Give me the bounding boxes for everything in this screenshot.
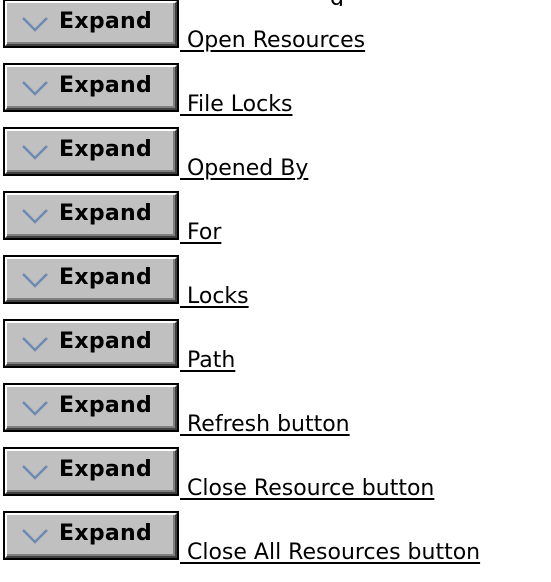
expand-button[interactable]: Expand <box>3 383 179 432</box>
chevron-down-icon <box>22 401 48 416</box>
list-item: Expand For <box>0 191 551 256</box>
expand-button-label: Expand <box>59 329 153 354</box>
expand-button-label: Expand <box>59 9 153 34</box>
expand-button[interactable]: Expand <box>3 63 179 112</box>
section-link-file-locks[interactable]: File Locks <box>180 92 292 117</box>
expand-button[interactable]: Expand <box>3 511 179 560</box>
section-link-close-all-resources-button[interactable]: Close All Resources button <box>180 540 480 565</box>
expand-button-label: Expand <box>59 457 153 482</box>
expand-button[interactable]: Expand <box>3 127 179 176</box>
section-link-for[interactable]: For <box>180 220 221 245</box>
expand-button[interactable]: Expand <box>3 191 179 240</box>
chevron-down-icon <box>22 17 48 32</box>
list-item: Expand Close All Resources button <box>0 511 551 576</box>
list-item: Expand Path <box>0 319 551 384</box>
chevron-down-icon <box>22 81 48 96</box>
chevron-down-icon <box>22 209 48 224</box>
expand-button[interactable]: Expand <box>3 319 179 368</box>
chevron-down-icon <box>22 145 48 160</box>
chevron-down-icon <box>22 465 48 480</box>
expand-button-label: Expand <box>59 137 153 162</box>
expand-button[interactable]: Expand <box>3 0 179 48</box>
chevron-down-icon <box>22 273 48 288</box>
section-link-refresh-button[interactable]: Refresh button <box>180 412 350 437</box>
chevron-down-icon <box>22 529 48 544</box>
expand-button[interactable]: Expand <box>3 447 179 496</box>
expand-button-label: Expand <box>59 73 153 98</box>
expand-button-label: Expand <box>59 393 153 418</box>
section-link-opened-by[interactable]: Opened By <box>180 156 308 181</box>
list-item: Expand Opened By <box>0 127 551 192</box>
list-item: Expand Open Resources <box>0 0 551 64</box>
list-item: Expand Close Resource button <box>0 447 551 512</box>
list-item: Expand Locks <box>0 255 551 320</box>
expand-button-label: Expand <box>59 265 153 290</box>
section-link-close-resource-button[interactable]: Close Resource button <box>180 476 434 501</box>
section-link-open-resources[interactable]: Open Resources <box>180 28 365 53</box>
list-item: Expand Refresh button <box>0 383 551 448</box>
chevron-down-icon <box>22 337 48 352</box>
list-item: Expand File Locks <box>0 63 551 128</box>
expand-button[interactable]: Expand <box>3 255 179 304</box>
section-link-path[interactable]: Path <box>180 348 235 373</box>
section-link-locks[interactable]: Locks <box>180 284 249 309</box>
expand-button-label: Expand <box>59 521 153 546</box>
expand-button-label: Expand <box>59 201 153 226</box>
